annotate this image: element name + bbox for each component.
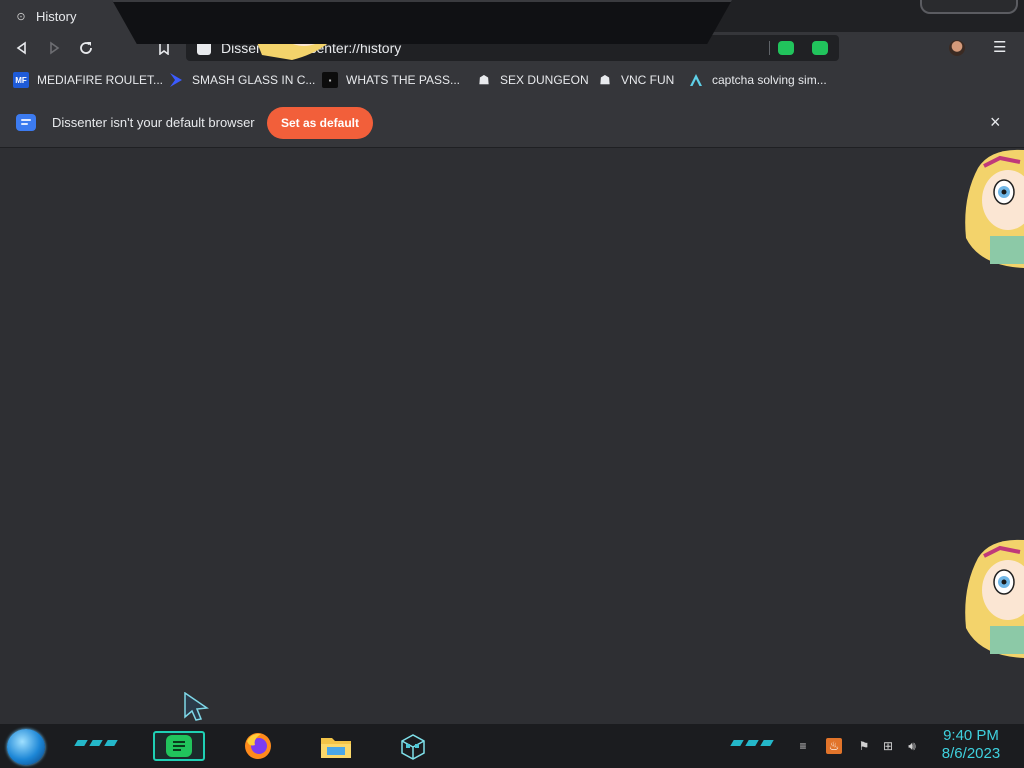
start-button[interactable] xyxy=(7,729,45,765)
dissenter-comment-icon[interactable] xyxy=(778,41,794,55)
taskbar-clock[interactable]: 9:40 PM 8/6/2023 xyxy=(933,727,1009,763)
mask-icon: ☗ xyxy=(599,73,611,87)
taskbar-app-dissenter[interactable] xyxy=(153,731,205,761)
taskbar-app-file-explorer[interactable] xyxy=(310,731,362,761)
set-as-default-button[interactable]: Set as default xyxy=(267,107,373,139)
window-frame-decoration xyxy=(920,0,1018,14)
history-clock-icon: ⊙ xyxy=(16,10,26,23)
tab-title: History xyxy=(36,8,77,24)
volume-icon[interactable]: 🔊︎ xyxy=(904,738,920,754)
bookmark-item[interactable]: ▪ WHATS THE PASS... xyxy=(322,71,460,89)
cartoon-character-sprite xyxy=(965,539,1024,658)
default-browser-infobar: Dissenter isn't your default browser Set… xyxy=(0,95,1024,148)
dissenter-extension-icon[interactable] xyxy=(812,41,828,55)
bookmark-item[interactable]: SMASH GLASS IN C... xyxy=(168,71,315,89)
bookmarks-bar: MF MEDIAFIRE ROULET... SMASH GLASS IN C.… xyxy=(0,64,1024,95)
triangle-logo-icon xyxy=(688,72,704,88)
taskbar-decoration-left xyxy=(74,740,118,746)
infobar-close-icon[interactable]: × xyxy=(990,112,1001,133)
terminal-icon: ▪ xyxy=(322,72,338,88)
reload-button[interactable] xyxy=(75,37,97,59)
clock-time: 9:40 PM xyxy=(943,727,999,744)
network-speed-icon[interactable]: ≡ xyxy=(795,738,811,754)
infobar-message: Dissenter isn't your default browser xyxy=(52,115,255,130)
history-page-content xyxy=(0,149,1024,724)
menu-icon[interactable]: ☰ xyxy=(993,38,1006,56)
dissenter-icon xyxy=(166,735,192,757)
mediafire-icon: MF xyxy=(13,72,29,88)
profile-avatar[interactable] xyxy=(949,40,965,56)
taskbar-app-firefox[interactable] xyxy=(232,731,284,761)
forward-arrow-icon xyxy=(50,41,60,55)
arrow-chevron-icon xyxy=(168,72,184,88)
back-button[interactable] xyxy=(11,37,33,59)
taskbar-decoration-right xyxy=(730,740,774,746)
bookmark-item[interactable]: ☗ VNC FUN xyxy=(597,71,675,89)
bookmark-item[interactable]: MF MEDIAFIRE ROULET... xyxy=(13,71,163,89)
back-arrow-icon xyxy=(16,41,26,55)
bookmark-item[interactable]: captcha solving sim... xyxy=(688,71,827,89)
clock-date: 8/6/2023 xyxy=(941,745,1001,762)
forward-button[interactable] xyxy=(43,37,65,59)
mask-icon: ☗ xyxy=(478,73,490,87)
bookmark-item[interactable]: ☗ SEX DUNGEON xyxy=(476,71,589,89)
java-icon[interactable]: ♨ xyxy=(826,738,842,754)
firefox-icon xyxy=(245,733,271,759)
taskbar-frame-decoration xyxy=(112,0,732,44)
network-icon[interactable]: ⊞ xyxy=(880,738,896,754)
omnibox-divider xyxy=(769,41,770,55)
reload-icon xyxy=(80,42,92,54)
taskbar-app-cube[interactable] xyxy=(387,731,439,761)
flag-icon[interactable]: ⚑ xyxy=(856,738,872,754)
mouse-cursor-icon xyxy=(184,692,209,721)
cube-icon xyxy=(401,734,425,760)
cartoon-character-sprite xyxy=(965,149,1024,268)
folder-icon xyxy=(321,738,351,758)
dissenter-logo-icon xyxy=(16,114,36,131)
